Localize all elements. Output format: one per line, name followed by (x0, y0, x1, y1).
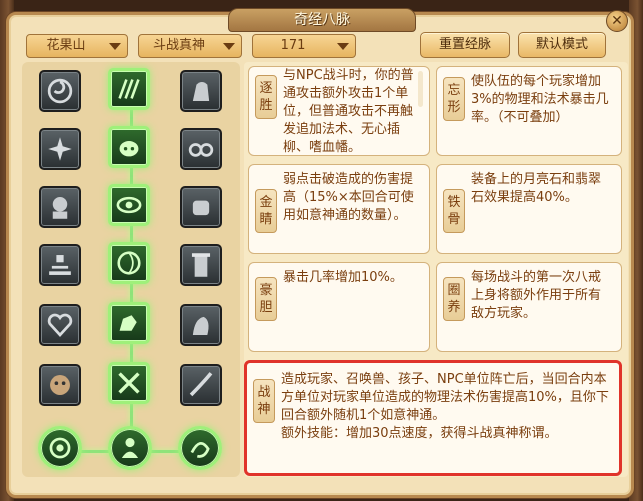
talent-card-jinjing[interactable]: 金睛 弱点击破造成的伤害提高（15%×本回合可使用如意神通的数量）。 (248, 164, 430, 254)
talent-card-name: 金睛 (255, 189, 277, 233)
eye-icon (116, 196, 142, 214)
vortex-icon (117, 251, 141, 275)
cloud-swirl-icon (188, 143, 214, 157)
meridian-node-r6-right[interactable] (180, 364, 222, 406)
close-button[interactable]: ✕ (606, 10, 628, 32)
window-title: 奇经八脉 (228, 8, 416, 32)
spiral-emblem-icon (49, 437, 71, 459)
school-dropdown[interactable]: 花果山 (26, 34, 128, 58)
fist-icon (192, 200, 210, 216)
talent-card-effect: 造成玩家、召唤兽、孩子、NPC单位阵亡后，当回合内本方单位对玩家单位造成的物理法… (281, 372, 609, 423)
school-dropdown-value: 花果山 (46, 38, 86, 53)
pillar-icon (191, 253, 211, 277)
talent-card-zhanshen[interactable]: 战神 造成玩家、召唤兽、孩子、NPC单位阵亡后，当回合内本方单位对玩家单位造成的… (244, 360, 622, 476)
chevron-down-icon (223, 43, 235, 50)
technique-dropdown[interactable]: 斗战真神 (138, 34, 242, 58)
dragon-emblem-icon (190, 442, 210, 458)
talent-card-name: 豪胆 (255, 277, 277, 321)
strong-arm-icon (119, 315, 137, 331)
level-dropdown[interactable]: 171 (252, 34, 356, 58)
meridian-node-r4-center[interactable] (108, 242, 150, 284)
talent-card-name: 战神 (253, 379, 275, 423)
talent-card-name: 铁骨 (443, 189, 465, 233)
talent-card-text: 与NPC战斗时，你的普通攻击额外攻击1个单位，但普通攻击不再触发追加法术、无心插… (283, 68, 414, 155)
spark-icon (48, 137, 72, 161)
meridian-node-r7-left[interactable] (38, 426, 82, 470)
meridian-node-r7-right[interactable] (178, 426, 222, 470)
talent-card-juanyang[interactable]: 圈养 每场战斗的第一次八戒上身将额外作用于所有敌方玩家。 (436, 262, 622, 352)
meridian-node-r2-center[interactable] (108, 126, 150, 168)
talent-card-name: 忘形 (443, 77, 465, 121)
talent-card-extra-skill: 额外技能：增加30点速度，获得斗战真神称谓。 (281, 426, 558, 441)
talent-card-zhusheng[interactable]: 逐胜 与NPC战斗时，你的普通攻击额外攻击1个单位，但普通攻击不再触发追加法术、… (248, 66, 430, 156)
swirl-icon (47, 78, 73, 104)
meridian-node-r3-left[interactable] (39, 186, 81, 228)
technique-dropdown-value: 斗战真神 (152, 38, 205, 53)
default-mode-button[interactable]: 默认模式 (518, 32, 606, 58)
talent-card-text: 装备上的月亮石和翡翠石效果提高40%。 (471, 172, 602, 205)
meridian-node-r5-center[interactable] (108, 302, 150, 344)
meridian-node-r2-left[interactable] (39, 128, 81, 170)
talent-card-text: 造成玩家、召唤兽、孩子、NPC单位阵亡后，当回合内本方单位对玩家单位造成的物理法… (281, 371, 609, 443)
meridian-node-r1-right[interactable] (180, 70, 222, 112)
beast-icon (192, 316, 209, 335)
meridian-node-r6-center[interactable] (108, 362, 150, 404)
meridian-node-r7-center[interactable] (108, 426, 152, 470)
card-scrollbar[interactable] (418, 71, 423, 107)
claw-icon (118, 79, 140, 99)
meridian-node-r6-left[interactable] (39, 364, 81, 406)
talent-card-tiegu[interactable]: 铁骨 装备上的月亮石和翡翠石效果提高40%。 (436, 164, 622, 254)
meridian-node-r3-right[interactable] (180, 186, 222, 228)
slash-icon (189, 372, 213, 397)
talent-card-text: 弱点击破造成的伤害提高（15%×本回合可使用如意神通的数量）。 (283, 172, 414, 223)
pig-icon (119, 141, 139, 157)
talent-card-name: 逐胜 (255, 75, 277, 119)
meridian-node-r4-right[interactable] (180, 244, 222, 286)
knot-icon (47, 313, 73, 337)
talent-card-haodan[interactable]: 豪胆 暴击几率增加10%。 (248, 262, 430, 352)
talent-card-name: 圈养 (443, 277, 465, 321)
meridian-node-r1-center[interactable] (108, 68, 150, 110)
clash-icon (118, 372, 140, 394)
monkey-icon (192, 81, 210, 101)
pedestal-icon (49, 255, 71, 275)
talent-card-text: 使队伍的每个玩家增加3%的物理和法术暴击几率。（不可叠加） (471, 74, 609, 125)
meridian-node-r5-left[interactable] (39, 304, 81, 346)
talent-card-wangxing[interactable]: 忘形 使队伍的每个玩家增加3%的物理和法术暴击几率。（不可叠加） (436, 66, 622, 156)
warrior-face-icon (50, 375, 70, 395)
talent-card-text: 暴击几率增加10%。 (283, 270, 403, 285)
meridian-node-r4-left[interactable] (39, 244, 81, 286)
meridian-node-r2-right[interactable] (180, 128, 222, 170)
seated-figure-icon (121, 438, 139, 458)
talent-card-text: 每场战斗的第一次八戒上身将额外作用于所有敌方玩家。 (471, 270, 602, 321)
reset-meridians-button[interactable]: 重置经脉 (420, 32, 510, 58)
head-icon (52, 197, 68, 219)
level-dropdown-value: 171 (280, 38, 306, 53)
meridian-node-r3-center[interactable] (108, 184, 150, 226)
meridian-node-r1-left[interactable] (39, 70, 81, 112)
chevron-down-icon (109, 43, 121, 50)
meridian-node-r5-right[interactable] (180, 304, 222, 346)
chevron-down-icon (337, 43, 349, 50)
